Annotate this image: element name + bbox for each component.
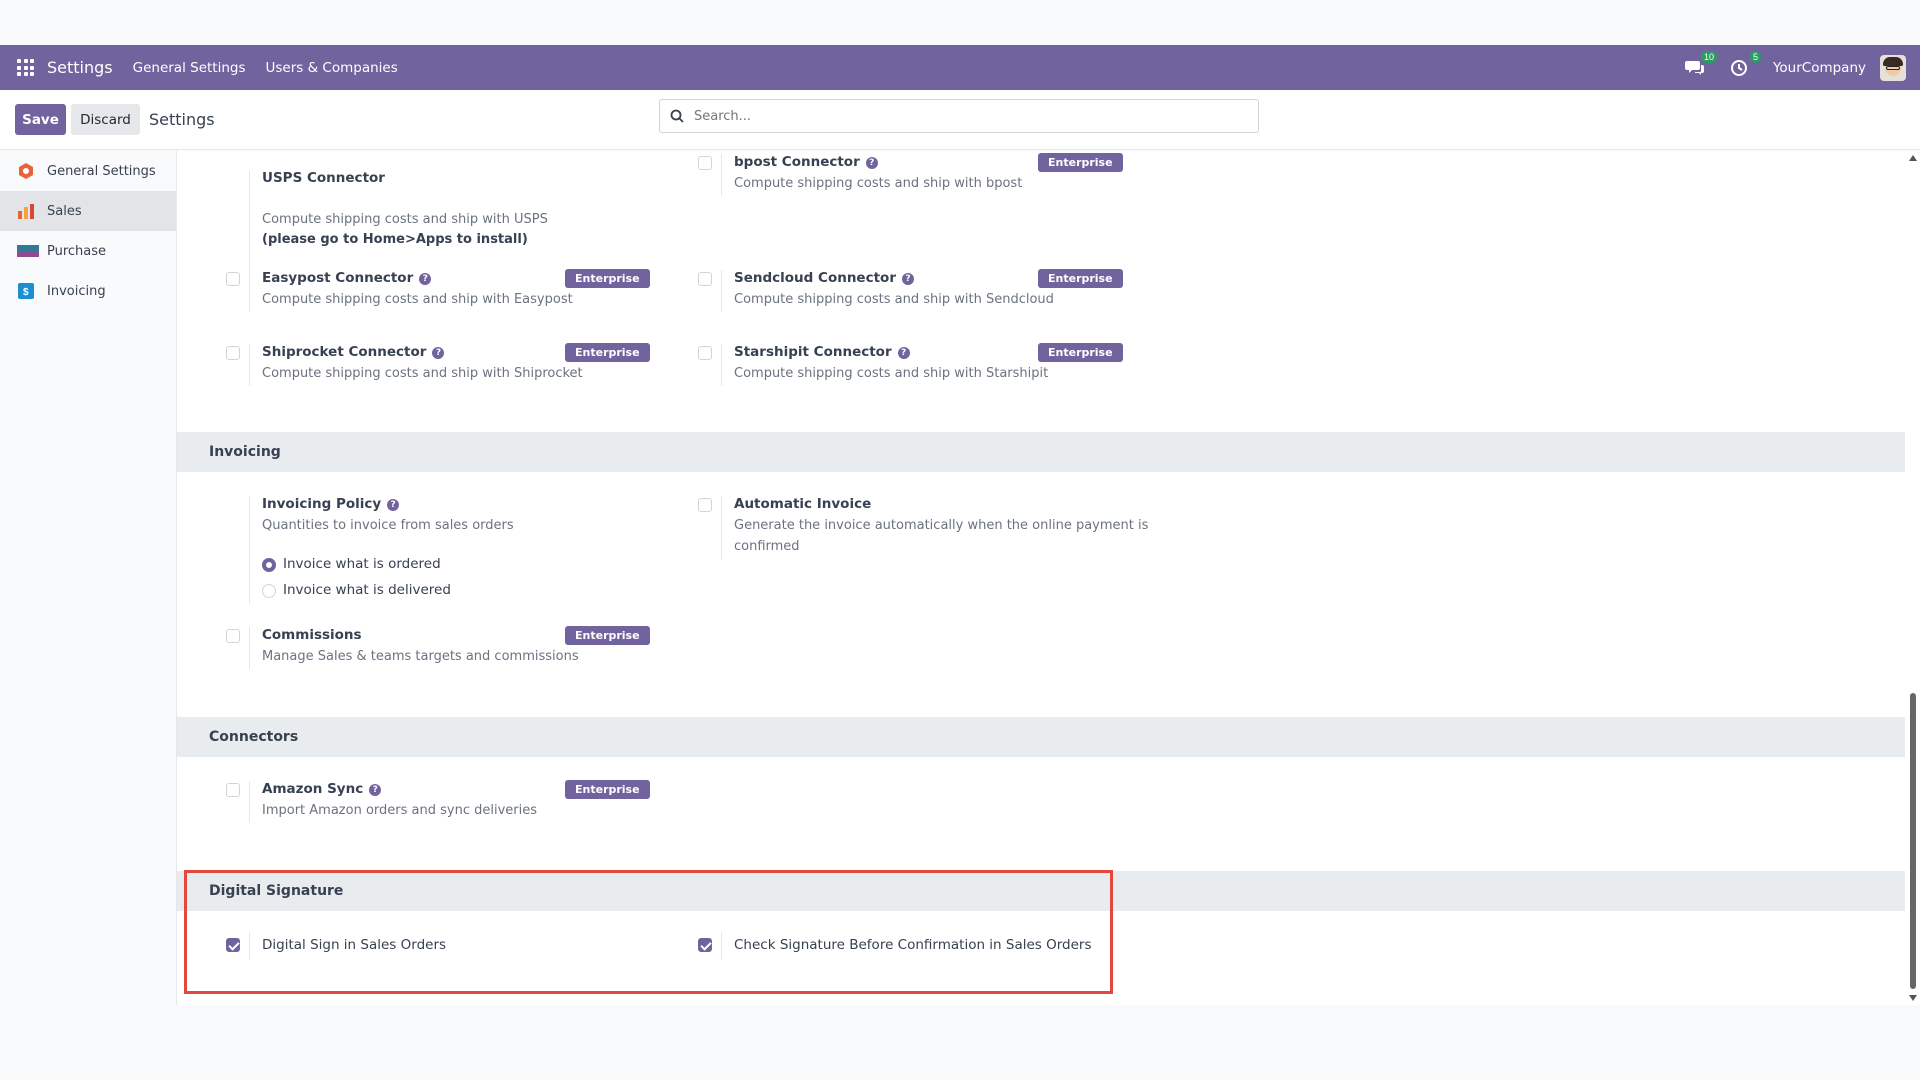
activity-clock-icon[interactable]: 5 — [1729, 50, 1761, 79]
automatic-invoice-desc-1: Generate the invoice automatically when … — [734, 518, 1149, 533]
automatic-invoice-desc-2: confirmed — [734, 539, 800, 554]
bpost-title: bpost Connector? — [734, 154, 878, 170]
enterprise-badge: Enterprise — [565, 626, 650, 645]
radio-label-delivered[interactable]: Invoice what is delivered — [283, 582, 451, 598]
sidebar-item-label: Sales — [47, 203, 82, 219]
invoicing-icon: $ — [17, 282, 35, 300]
enterprise-badge: Enterprise — [1038, 343, 1123, 362]
bpost-checkbox[interactable] — [698, 156, 712, 170]
menu-users-companies[interactable]: Users & Companies — [266, 60, 398, 76]
shiprocket-title: Shiprocket Connector? — [262, 344, 445, 360]
enterprise-badge: Enterprise — [1038, 269, 1123, 288]
usps-title: USPS Connector — [262, 170, 385, 186]
breadcrumb-title: Settings — [149, 110, 215, 129]
easypost-checkbox[interactable] — [226, 272, 240, 286]
usps-install-note: (please go to Home>Apps to install) — [262, 232, 528, 247]
amazon-sync-checkbox[interactable] — [226, 783, 240, 797]
commissions-desc: Manage Sales & teams targets and commiss… — [262, 649, 579, 664]
search-input[interactable] — [694, 108, 1234, 124]
help-icon[interactable]: ? — [387, 499, 400, 511]
radio-invoice-delivered[interactable] — [262, 584, 276, 598]
sidebar-item-sales[interactable]: Sales — [0, 191, 176, 231]
bpost-desc: Compute shipping costs and ship with bpo… — [734, 176, 1023, 191]
help-icon[interactable]: ? — [865, 157, 878, 169]
help-icon[interactable]: ? — [897, 347, 910, 359]
enterprise-badge: Enterprise — [1038, 153, 1123, 172]
check-signature-label[interactable]: Check Signature Before Confirmation in S… — [734, 937, 1092, 953]
commissions-title: Commissions — [262, 627, 362, 643]
shiprocket-checkbox[interactable] — [226, 346, 240, 360]
sidebar-item-purchase[interactable]: Purchase — [0, 231, 176, 271]
sidebar-item-label: Invoicing — [47, 283, 106, 299]
enterprise-badge: Enterprise — [565, 780, 650, 799]
easypost-title: Easypost Connector? — [262, 270, 432, 286]
svg-text:$: $ — [23, 287, 29, 298]
sendcloud-desc: Compute shipping costs and ship with Sen… — [734, 292, 1054, 307]
help-icon[interactable]: ? — [901, 273, 914, 285]
sendcloud-title: Sendcloud Connector? — [734, 270, 914, 286]
save-button[interactable]: Save — [15, 104, 66, 135]
scroll-up-arrow-icon[interactable] — [1909, 155, 1917, 161]
sendcloud-checkbox[interactable] — [698, 272, 712, 286]
help-icon[interactable]: ? — [419, 273, 432, 285]
content-scrollbar[interactable] — [1905, 151, 1920, 1005]
app-name[interactable]: Settings — [47, 58, 113, 77]
section-header-invoicing: Invoicing — [177, 432, 1905, 472]
commissions-checkbox[interactable] — [226, 629, 240, 643]
search-bar — [659, 99, 1259, 133]
settings-sidebar: General Settings Sales Purchase $ Invoic… — [0, 151, 177, 1005]
amazon-sync-title: Amazon Sync? — [262, 781, 382, 797]
messages-count-badge: 10 — [1700, 50, 1717, 63]
enterprise-badge: Enterprise — [565, 269, 650, 288]
top-margin — [0, 0, 1920, 45]
user-avatar[interactable] — [1880, 54, 1906, 81]
automatic-invoice-checkbox[interactable] — [698, 498, 712, 512]
search-icon — [670, 109, 684, 123]
scroll-thumb[interactable] — [1910, 693, 1916, 989]
usps-desc: Compute shipping costs and ship with USP… — [262, 212, 548, 227]
amazon-sync-desc: Import Amazon orders and sync deliveries — [262, 803, 537, 818]
settings-content: USPS Connector Compute shipping costs an… — [177, 151, 1905, 1005]
company-switcher[interactable]: YourCompany — [1773, 60, 1866, 76]
help-icon[interactable]: ? — [369, 784, 382, 796]
messages-icon[interactable]: 10 — [1684, 50, 1717, 79]
automatic-invoice-title: Automatic Invoice — [734, 496, 872, 512]
sales-chart-icon — [17, 202, 35, 220]
scroll-down-arrow-icon[interactable] — [1909, 995, 1917, 1001]
digital-sign-label[interactable]: Digital Sign in Sales Orders — [262, 937, 446, 953]
top-navbar: Settings General Settings Users & Compan… — [0, 45, 1920, 90]
enterprise-badge: Enterprise — [565, 343, 650, 362]
sidebar-item-general-settings[interactable]: General Settings — [0, 151, 176, 191]
digital-sign-checkbox[interactable] — [226, 938, 240, 952]
settings-gear-icon — [17, 162, 35, 180]
check-signature-checkbox[interactable] — [698, 938, 712, 952]
help-icon[interactable]: ? — [432, 347, 445, 359]
sidebar-item-label: Purchase — [47, 243, 107, 259]
invoicing-policy-desc: Quantities to invoice from sales orders — [262, 518, 514, 533]
activities-count-badge: 5 — [1749, 50, 1761, 63]
purchase-icon — [17, 242, 39, 260]
section-header-connectors: Connectors — [177, 717, 1905, 757]
menu-general-settings[interactable]: General Settings — [133, 60, 246, 76]
invoicing-policy-title: Invoicing Policy? — [262, 496, 400, 512]
discard-button[interactable]: Discard — [71, 104, 140, 135]
starshipit-desc: Compute shipping costs and ship with Sta… — [734, 366, 1049, 381]
section-header-digital-signature: Digital Signature — [177, 871, 1905, 911]
bottom-margin — [0, 1005, 1920, 1080]
easypost-desc: Compute shipping costs and ship with Eas… — [262, 292, 573, 307]
starshipit-checkbox[interactable] — [698, 346, 712, 360]
apps-grid-icon[interactable] — [17, 59, 34, 76]
radio-label-ordered[interactable]: Invoice what is ordered — [283, 556, 441, 572]
sidebar-item-invoicing[interactable]: $ Invoicing — [0, 271, 176, 311]
starshipit-title: Starshipit Connector? — [734, 344, 910, 360]
shiprocket-desc: Compute shipping costs and ship with Shi… — [262, 366, 583, 381]
control-panel: Save Discard Settings — [0, 90, 1920, 150]
sidebar-item-label: General Settings — [47, 163, 156, 179]
radio-invoice-ordered[interactable] — [262, 558, 276, 572]
